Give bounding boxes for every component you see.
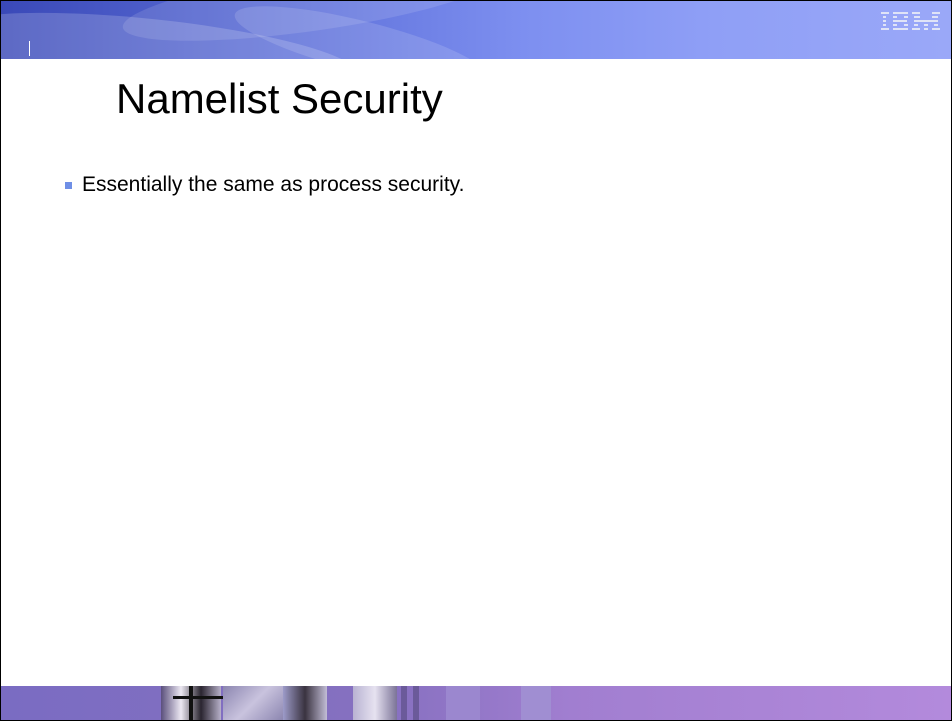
footer-band [1,686,951,720]
page-title: Namelist Security [116,75,443,122]
bullet-marker-icon [65,181,72,189]
bullet-text: Essentially the same as process security… [82,173,465,196]
header-band [1,1,951,59]
ibm-logo-icon [881,12,940,30]
header-divider [29,41,30,56]
slide: Namelist Security Essentially the same a… [0,0,952,721]
list-item: Essentially the same as process security… [65,173,464,197]
bullet-list: Essentially the same as process security… [65,173,464,197]
